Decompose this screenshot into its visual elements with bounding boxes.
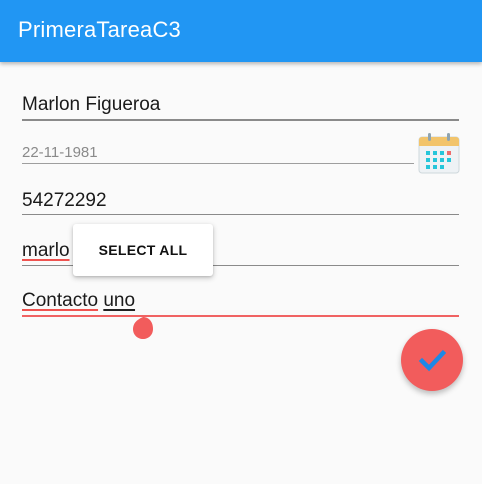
- contact-word-1: Contacto: [22, 290, 99, 311]
- date-underline: [22, 163, 414, 164]
- name-field[interactable]: Marlon Figueroa: [22, 92, 459, 122]
- name-value: Marlon Figueroa: [22, 94, 161, 115]
- phone-field[interactable]: 54272292: [22, 188, 459, 218]
- email-prefix: marlo: [22, 240, 70, 261]
- app-title: PrimeraTareaC3: [18, 17, 181, 42]
- phone-value: 54272292: [22, 190, 107, 211]
- date-field[interactable]: 22-11-1981: [22, 140, 414, 170]
- contact-word-2: uno: [103, 290, 136, 311]
- select-all-button[interactable]: SELECT ALL: [73, 224, 213, 276]
- check-icon: [418, 349, 446, 372]
- contact-field[interactable]: Contacto uno: [22, 288, 459, 320]
- phone-underline: [22, 214, 459, 215]
- calendar-icon[interactable]: [416, 131, 462, 175]
- name-underline: [22, 119, 459, 121]
- save-fab-button[interactable]: [401, 329, 463, 391]
- text-selection-menu: SELECT ALL: [73, 224, 213, 276]
- date-value: 22-11-1981: [22, 144, 98, 161]
- text-cursor-handle[interactable]: [132, 316, 154, 340]
- contact-underline: [22, 315, 459, 317]
- app-screen: PrimeraTareaC3 Marlon Figueroa 22-11-198…: [0, 0, 482, 484]
- app-bar: PrimeraTareaC3: [0, 0, 482, 62]
- contact-value: Contacto uno: [22, 290, 135, 312]
